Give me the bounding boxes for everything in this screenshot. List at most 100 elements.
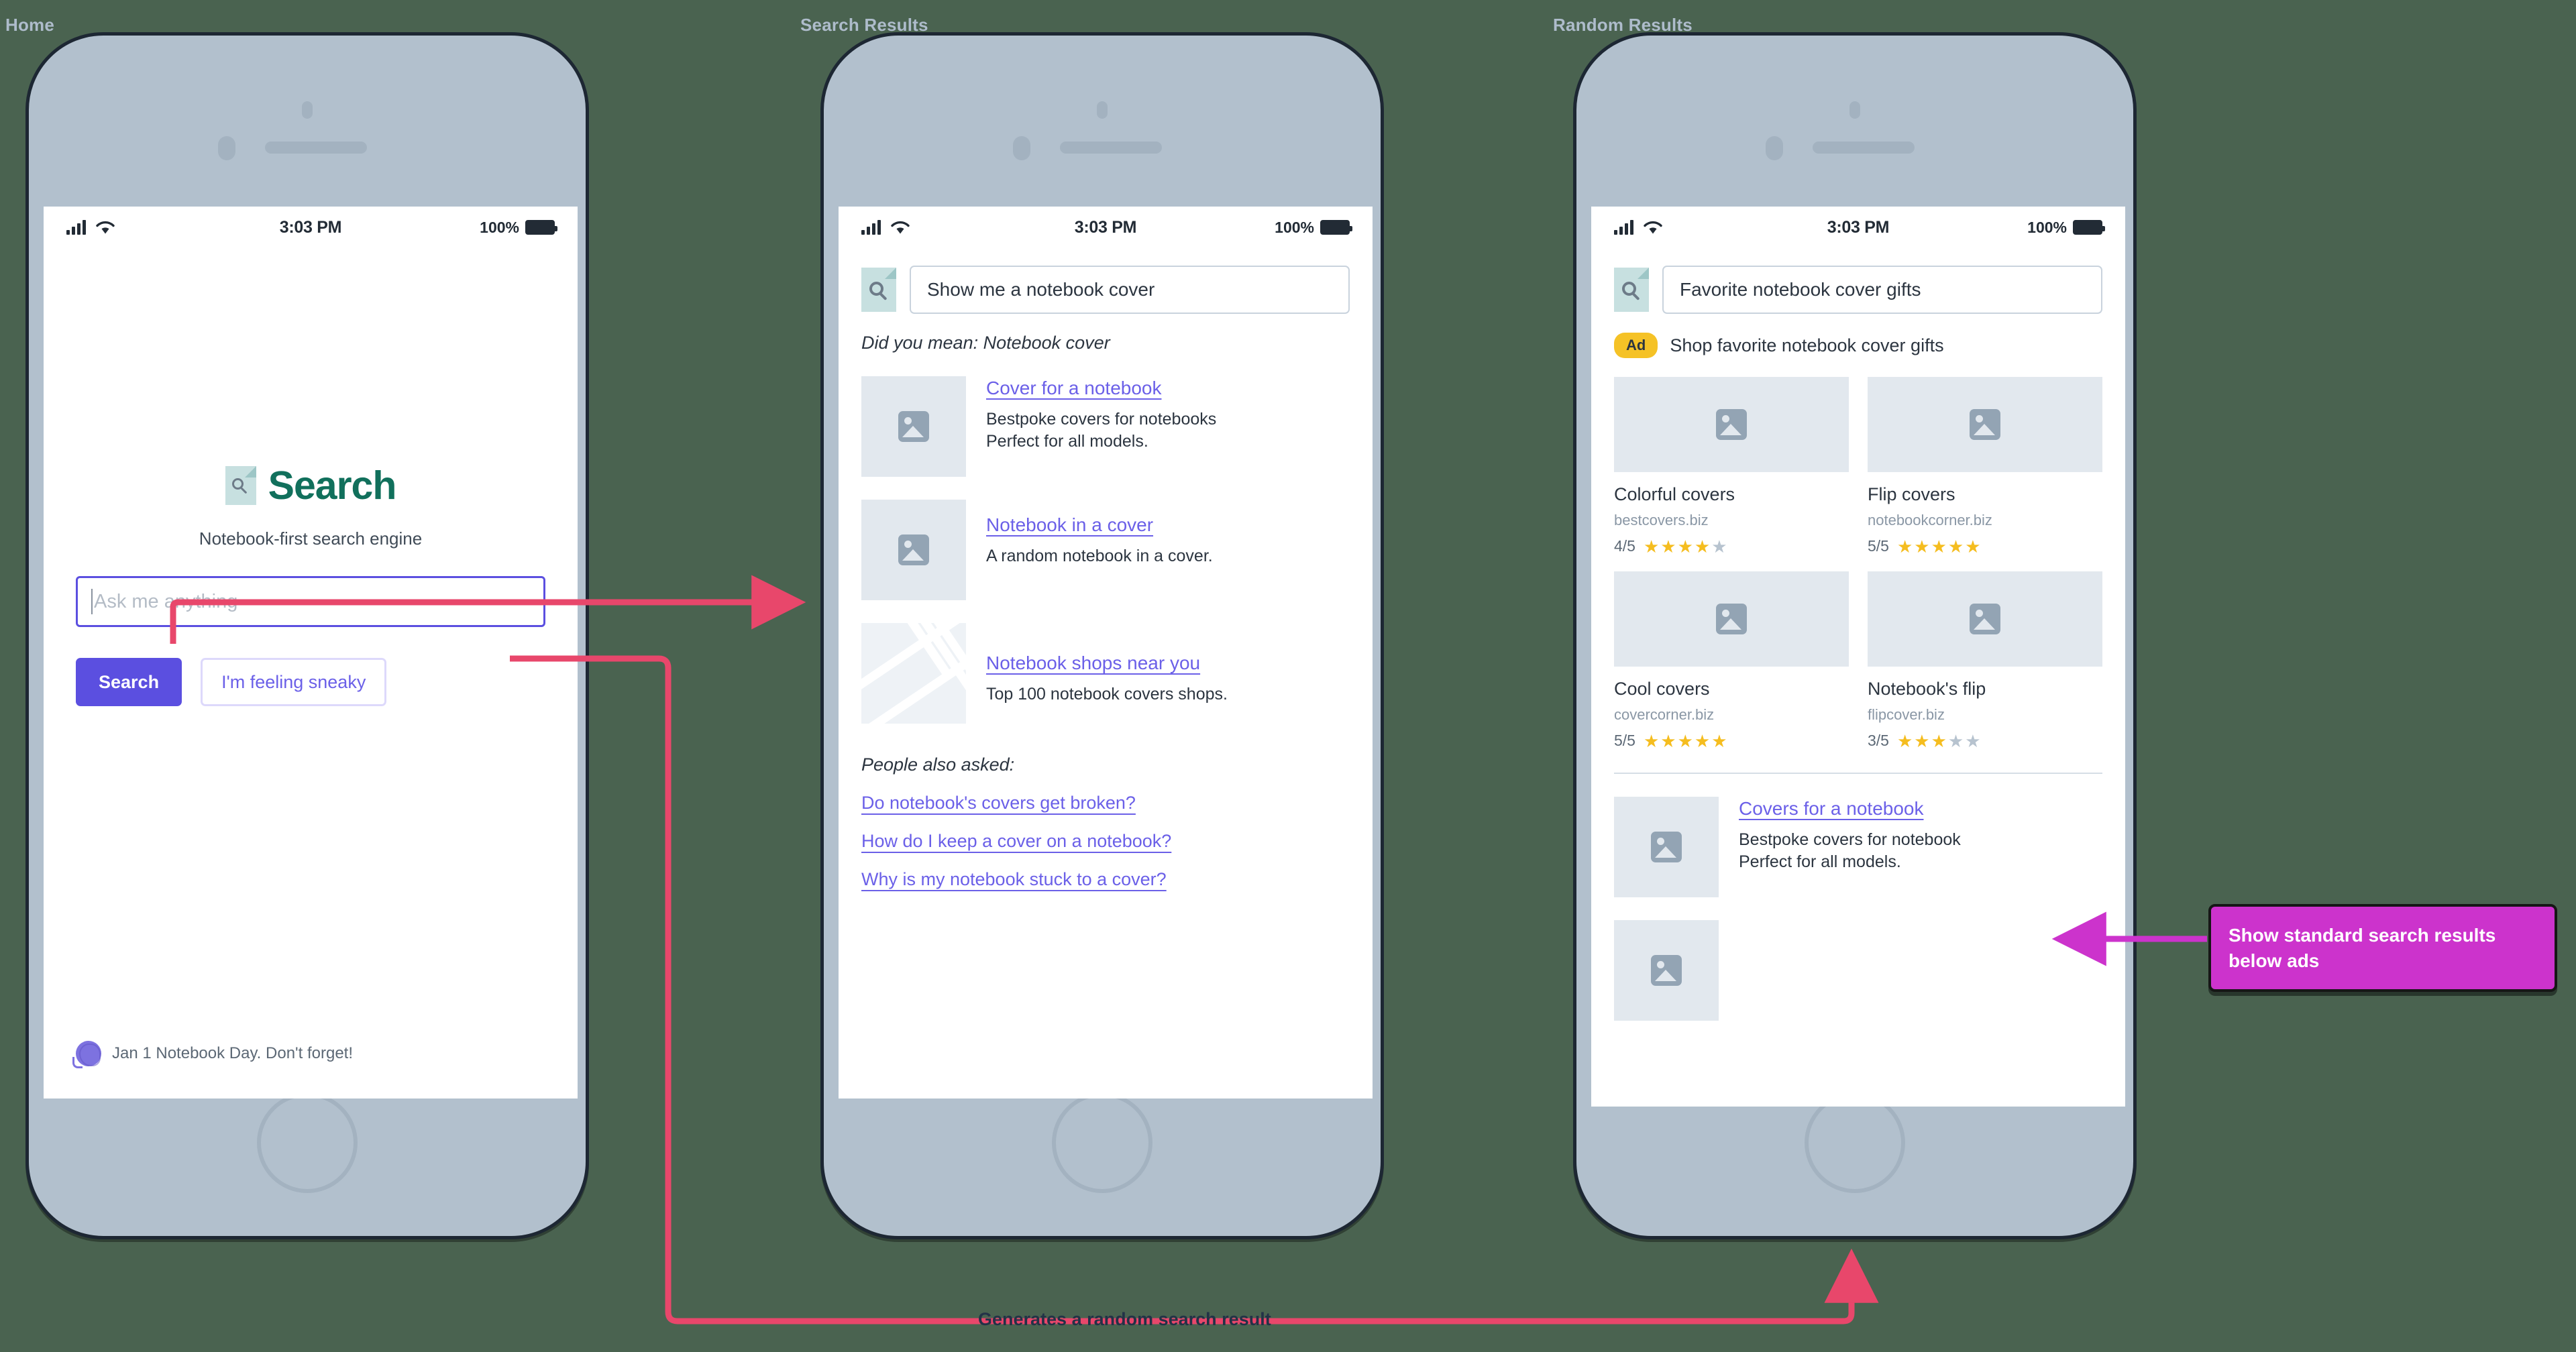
product-card[interactable]: Notebook's flip flipcover.biz 3/5 ★ ★ ★ ★ ★ xyxy=(1868,571,2102,750)
result-title-link[interactable]: Notebook shops near you xyxy=(986,653,1200,674)
earpiece-speaker xyxy=(1813,142,1915,154)
sensor-dot xyxy=(1849,101,1860,119)
product-site: covercorner.biz xyxy=(1614,706,1715,723)
product-name: Notebook's flip xyxy=(1868,679,1986,699)
status-time: 3:03 PM xyxy=(279,217,342,237)
rating-value: 4/5 xyxy=(1614,537,1635,555)
product-card[interactable]: Flip covers notebookcorner.biz 5/5 ★ ★ ★ ★ ★ xyxy=(1868,377,2102,555)
result-title-link[interactable]: Notebook in a cover xyxy=(986,514,1153,536)
document-search-icon xyxy=(1614,268,1649,312)
text-caret xyxy=(91,589,93,614)
product-site: bestcovers.biz xyxy=(1614,512,1709,528)
brand-lockup: Search xyxy=(76,463,545,508)
image-placeholder-icon xyxy=(1614,571,1849,667)
status-time: 3:03 PM xyxy=(1074,217,1137,237)
status-time: 3:03 PM xyxy=(1827,217,1890,237)
did-you-mean: Did you mean: Notebook cover xyxy=(861,333,1110,353)
organic-result-item[interactable]: Covers for a notebook Bestpoke covers fo… xyxy=(1614,797,2102,897)
annotation-note: Show standard search results below ads xyxy=(2208,904,2557,993)
screen-random-results: 3:03 PM 100% Favorite notebook cover gif… xyxy=(1591,207,2125,1107)
screen-title-home: Home xyxy=(5,15,55,35)
result-description: Top 100 notebook covers shops. xyxy=(986,685,1228,703)
query-input[interactable]: Show me a notebook cover xyxy=(910,266,1350,314)
image-placeholder-icon xyxy=(1614,377,1849,472)
product-site: notebookcorner.biz xyxy=(1868,512,1992,528)
screen-home: 3:03 PM 100% Search Notebook-first searc… xyxy=(44,207,578,1098)
home-button[interactable] xyxy=(257,1092,358,1193)
image-placeholder-icon xyxy=(861,500,966,600)
feeling-sneaky-button[interactable]: I'm feeling sneaky xyxy=(201,658,387,706)
random-results-content: Favorite notebook cover gifts Ad Shop fa… xyxy=(1591,248,2125,1021)
query-input[interactable]: Favorite notebook cover gifts xyxy=(1662,266,2102,314)
image-placeholder-icon xyxy=(1614,797,1719,897)
battery-icon xyxy=(525,220,557,235)
ad-label: Shop favorite notebook cover gifts xyxy=(1670,335,1944,355)
product-rating: 5/5 ★ ★ ★ ★ ★ xyxy=(1868,537,2102,555)
star-rating-icon: ★ ★ ★ ★ ★ xyxy=(1643,536,1727,557)
search-results-content: Show me a notebook cover Did you mean: N… xyxy=(839,248,1373,890)
image-placeholder-icon xyxy=(861,376,966,477)
promo-banner: Jan 1 Notebook Day. Don't forget! xyxy=(72,1041,354,1068)
rating-value: 5/5 xyxy=(1868,537,1889,555)
sensor-dot xyxy=(1097,101,1108,119)
product-name: Colorful covers xyxy=(1614,484,1735,504)
sensor-dot xyxy=(302,101,313,119)
result-title-link[interactable]: Cover for a notebook xyxy=(986,378,1162,399)
people-also-asked-link[interactable]: Why is my notebook stuck to a cover? xyxy=(861,869,1350,890)
organic-result-item-partial[interactable] xyxy=(1614,920,2102,1021)
product-card[interactable]: Colorful covers bestcovers.biz 4/5 ★ ★ ★ ★ ★ xyxy=(1614,377,1849,555)
yarn-ball-icon xyxy=(72,1041,101,1068)
people-also-asked-link[interactable]: How do I keep a cover on a notebook? xyxy=(861,831,1350,852)
front-camera-icon xyxy=(1013,136,1030,160)
phone-frame-search-results: 3:03 PM 100% Show me a notebook cover Di… xyxy=(820,32,1384,1239)
result-item[interactable]: Notebook in a cover A random notebook in… xyxy=(861,500,1350,600)
result-title-link[interactable]: Covers for a notebook xyxy=(1739,798,1924,820)
battery-icon xyxy=(1320,220,1352,235)
search-bar: Show me a notebook cover xyxy=(861,266,1350,314)
search-bar: Favorite notebook cover gifts xyxy=(1614,266,2102,314)
front-camera-icon xyxy=(1766,136,1783,160)
flow-label-random-search: Generates a random search result xyxy=(978,1309,1271,1329)
document-search-icon xyxy=(225,466,256,505)
result-description: Bestpoke covers for notebook Perfect for… xyxy=(1739,830,1961,871)
image-placeholder-icon xyxy=(1868,571,2102,667)
people-also-asked-link[interactable]: Do notebook's covers get broken? xyxy=(861,793,1350,813)
screen-search-results: 3:03 PM 100% Show me a notebook cover Di… xyxy=(839,207,1373,1098)
result-item[interactable]: Notebook shops near you Top 100 notebook… xyxy=(861,623,1350,724)
status-bar: 3:03 PM 100% xyxy=(1591,207,2125,248)
result-description: A random notebook in a cover. xyxy=(986,547,1213,565)
promo-text: Jan 1 Notebook Day. Don't forget! xyxy=(112,1044,354,1062)
product-card[interactable]: Cool covers covercorner.biz 5/5 ★ ★ ★ ★ ★ xyxy=(1614,571,1849,750)
product-site: flipcover.biz xyxy=(1868,706,1945,723)
tagline: Notebook-first search engine xyxy=(199,528,423,549)
rating-value: 3/5 xyxy=(1868,732,1889,749)
people-also-asked-title: People also asked: xyxy=(861,754,1015,775)
home-button[interactable] xyxy=(1052,1092,1152,1193)
star-rating-icon: ★ ★ ★ ★ ★ xyxy=(1896,730,1981,751)
status-bar: 3:03 PM 100% xyxy=(44,207,578,248)
brand-name: Search xyxy=(268,463,397,508)
front-camera-icon xyxy=(218,136,235,160)
home-button[interactable] xyxy=(1805,1092,1905,1193)
phone-frame-home: 3:03 PM 100% Search Notebook-first searc… xyxy=(25,32,589,1239)
ad-header: Ad Shop favorite notebook cover gifts xyxy=(1614,333,2102,358)
home-content: Search Notebook-first search engine Ask … xyxy=(44,463,578,706)
star-rating-icon: ★ ★ ★ ★ ★ xyxy=(1896,536,1981,557)
wireframe-canvas: Home Search Results Random Results 3:03 … xyxy=(0,0,2576,1352)
result-item[interactable]: Cover for a notebook Bestpoke covers for… xyxy=(861,376,1350,477)
button-row: Search I'm feeling sneaky xyxy=(76,658,545,706)
result-description: Bestpoke covers for notebooks Perfect fo… xyxy=(986,410,1217,451)
section-divider xyxy=(1614,773,2102,774)
star-rating-icon: ★ ★ ★ ★ ★ xyxy=(1643,730,1727,751)
phone-frame-random-results: 3:03 PM 100% Favorite notebook cover gif… xyxy=(1573,32,2137,1239)
image-placeholder-icon xyxy=(1614,920,1719,1021)
earpiece-speaker xyxy=(265,142,367,154)
rating-value: 5/5 xyxy=(1614,732,1635,749)
product-rating: 5/5 ★ ★ ★ ★ ★ xyxy=(1614,732,1849,750)
search-button[interactable]: Search xyxy=(76,658,182,706)
status-bar: 3:03 PM 100% xyxy=(839,207,1373,248)
product-name: Flip covers xyxy=(1868,484,1955,504)
search-placeholder: Ask me anything xyxy=(94,590,238,612)
battery-icon xyxy=(2073,220,2105,235)
search-input[interactable]: Ask me anything xyxy=(76,576,545,627)
